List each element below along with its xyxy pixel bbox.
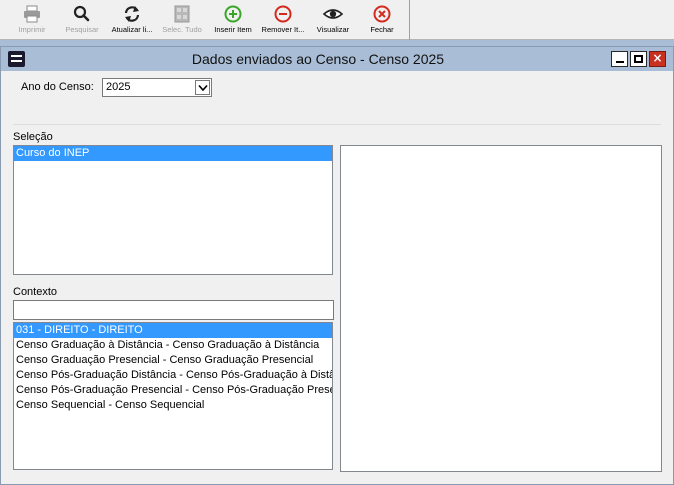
view-button[interactable]: Visualizar [310, 0, 356, 38]
selection-list[interactable]: Curso do INEP [13, 145, 333, 275]
minus-circle-icon [274, 5, 292, 23]
minimize-button[interactable] [611, 51, 628, 67]
census-year-select[interactable]: 2025 [102, 78, 212, 97]
printer-icon [24, 5, 40, 23]
select-all-button-label: Selec. Tudo [162, 25, 202, 34]
list-item[interactable]: Curso do INEP [14, 146, 332, 161]
close-circle-icon [373, 5, 391, 23]
close-button[interactable]: Fechar [358, 0, 406, 38]
maximize-button[interactable] [630, 51, 647, 67]
list-item[interactable]: Censo Graduação Presencial - Censo Gradu… [14, 353, 332, 368]
remove-item-button-label: Remover It... [261, 25, 305, 34]
insert-item-button-label: Inserir Item [214, 25, 252, 34]
selection-label: Seleção [13, 131, 53, 143]
census-year-dropdown-button[interactable] [195, 80, 210, 95]
census-year-label: Ano do Censo: [21, 81, 94, 93]
window-title: Dados enviados ao Censo - Censo 2025 [191, 51, 445, 67]
context-label: Contexto [13, 286, 58, 298]
results-panel[interactable] [340, 145, 662, 472]
search-icon [73, 5, 90, 22]
refresh-icon [124, 6, 140, 22]
plus-circle-icon [224, 5, 242, 23]
list-item[interactable]: Censo Pós-Graduação Distância - Censo Pó… [14, 368, 332, 383]
window-titlebar[interactable]: Dados enviados ao Censo - Censo 2025 × [1, 47, 673, 71]
print-button[interactable]: Imprimir [10, 0, 54, 38]
chevron-down-icon [198, 84, 208, 92]
list-item[interactable]: Censo Pós-Graduação Presencial - Censo P… [14, 383, 332, 398]
refresh-list-button[interactable]: Atualizar li... [108, 0, 156, 38]
insert-item-button[interactable]: Inserir Item [210, 0, 256, 38]
close-icon: × [652, 51, 663, 65]
eye-icon [322, 9, 344, 19]
list-item[interactable]: Censo Graduação à Distância - Censo Grad… [14, 338, 332, 353]
search-button-label: Pesquisar [65, 25, 99, 34]
window-close-button[interactable]: × [649, 51, 666, 67]
remove-item-button[interactable]: Remover It... [258, 0, 308, 38]
toolbar-button-group: Imprimir Pesquisar Atualizar li... Selec… [0, 0, 410, 40]
view-button-label: Visualizar [316, 25, 350, 34]
select-all-button[interactable]: Selec. Tudo [159, 0, 205, 38]
list-item[interactable]: Censo Sequencial - Censo Sequencial [14, 398, 332, 413]
select-all-icon [174, 5, 190, 23]
print-button-label: Imprimir [18, 25, 46, 34]
census-year-value: 2025 [106, 81, 131, 93]
minimize-icon [616, 61, 624, 63]
maximize-icon [634, 55, 643, 63]
context-filter-input[interactable] [13, 300, 334, 320]
census-window: Dados enviados ao Censo - Censo 2025 × A… [0, 46, 674, 485]
toolbar: Imprimir Pesquisar Atualizar li... Selec… [0, 0, 674, 40]
divider [13, 124, 661, 125]
list-item[interactable]: 031 - DIREITO - DIREITO [14, 323, 332, 338]
context-list[interactable]: 031 - DIREITO - DIREITO Censo Graduação … [13, 322, 333, 470]
close-button-label: Fechar [370, 25, 394, 34]
refresh-list-button-label: Atualizar li... [111, 25, 153, 34]
search-button[interactable]: Pesquisar [60, 0, 104, 38]
